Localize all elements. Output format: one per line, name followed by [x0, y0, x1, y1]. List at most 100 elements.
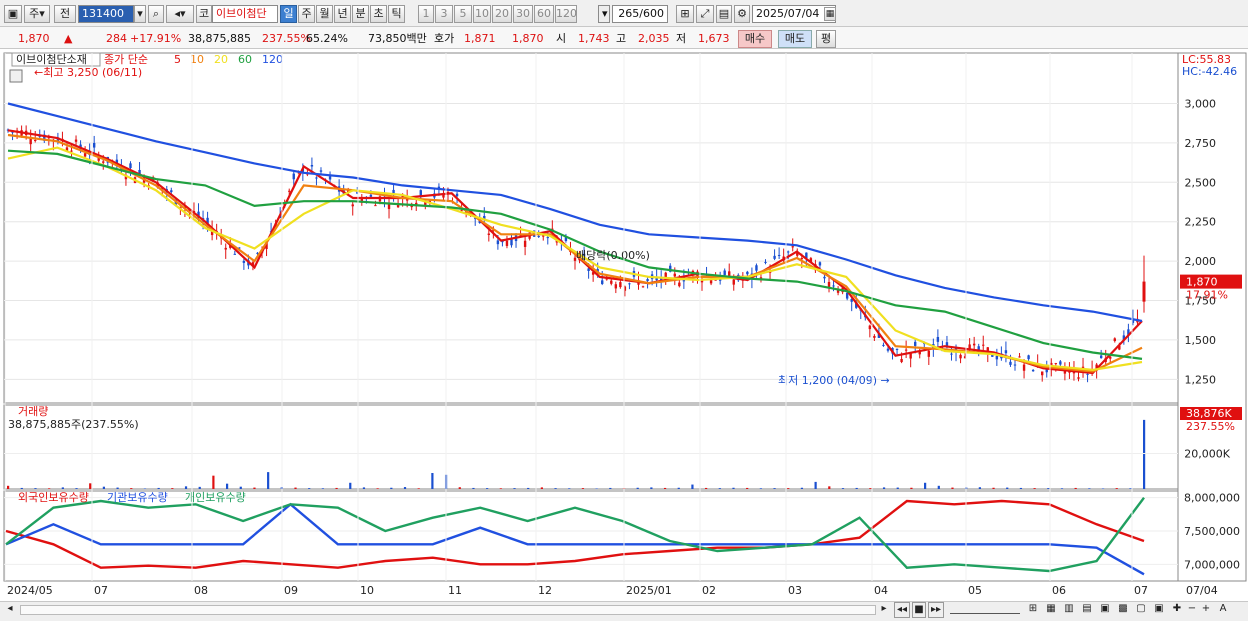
dividend-annotation: 배당락(0.00%) [576, 249, 650, 262]
candle-body [823, 276, 826, 279]
market-select[interactable]: 주▾ [24, 5, 50, 23]
candle-body [641, 286, 645, 288]
candle-body [392, 189, 395, 194]
candle-body [1022, 364, 1026, 371]
candle-body [242, 260, 246, 263]
volume-bar [349, 482, 352, 489]
prev-period-button[interactable]: 전 [54, 5, 76, 23]
period-tab-1[interactable]: 주 [298, 5, 315, 23]
zoom-in-button[interactable]: + [1200, 602, 1212, 618]
chart-type-icon[interactable]: ⊞ [676, 5, 694, 23]
window-icon[interactable]: ▢ [1134, 602, 1148, 618]
volume-bar [403, 487, 407, 489]
interval-button-7[interactable]: 120 [555, 5, 577, 23]
volume-value-label: 38,875,885주(237.55%) [8, 418, 139, 431]
scroll-right-icon[interactable]: ▸ [878, 602, 890, 618]
draw-tool-icon[interactable]: ⤢ [696, 5, 714, 23]
volume-bar [61, 487, 64, 489]
zoom-out-button[interactable]: − [1186, 602, 1198, 618]
price-tick-label: 1,500 [1185, 334, 1217, 347]
interval-button-5[interactable]: 30 [513, 5, 533, 23]
horizontal-scrollbar[interactable] [20, 605, 876, 615]
volume-bar [499, 488, 502, 489]
volume-bar [335, 487, 338, 489]
first-icon[interactable]: ◂◂ [894, 602, 910, 618]
chart-area[interactable]: 3,000 2,750 2,500 2,250 2,000 1,750 1,500 1,250… [0, 49, 1248, 601]
volume-bar [609, 487, 612, 489]
holdings-legend-0: 외국인보유수량 [18, 491, 89, 504]
sound-icon[interactable]: ◂▾ [166, 5, 194, 23]
bid-price: 1,870 [512, 32, 544, 45]
last-icon[interactable]: ▸▸ [928, 602, 944, 618]
volume-bar [102, 486, 106, 489]
last-volume-label: 38,876K [1186, 407, 1232, 420]
volume-bar [1033, 488, 1036, 489]
volume-bar [130, 488, 133, 489]
search-icon[interactable]: ⌕ [148, 5, 164, 23]
period-tab-3[interactable]: 년 [334, 5, 351, 23]
ma-period-60: 60 [238, 53, 252, 66]
buy-button[interactable]: 매수 [738, 30, 772, 48]
x-tick-label: 11 [448, 584, 462, 597]
compare-icon[interactable]: ▥ [1062, 602, 1076, 618]
x-axis-right-label: 07/04 [1186, 584, 1218, 597]
candle-body [505, 240, 509, 246]
ma-period-120: 120 [262, 53, 283, 66]
interval-button-2[interactable]: 5 [454, 5, 472, 23]
candle-body [1077, 377, 1080, 379]
calendar-icon[interactable]: ▦ [824, 7, 836, 21]
period-tab-4[interactable]: 분 [352, 5, 369, 23]
period-tab-5[interactable]: 초 [370, 5, 387, 23]
ma-period-5: 5 [174, 53, 181, 66]
x-tick-label: 10 [360, 584, 374, 597]
layout-small-icon[interactable]: ▣ [1098, 602, 1112, 618]
volume-bar [212, 475, 215, 489]
grid-icon[interactable]: ▦ [1044, 602, 1058, 618]
eval-button[interactable]: 평 [816, 30, 836, 48]
stock-name[interactable]: 이브이첨단 [212, 5, 278, 23]
scroll-left-icon[interactable]: ◂ [4, 602, 16, 618]
volume-bar [458, 487, 461, 489]
period-tab-0[interactable]: 일 [280, 5, 297, 23]
settings-icon[interactable]: ⚙ [734, 5, 750, 23]
font-size-button[interactable]: A [1216, 602, 1230, 618]
bar-count-total: /600 [639, 7, 664, 20]
market-short[interactable]: 코 [196, 5, 212, 23]
volume-bar [691, 484, 694, 489]
pan-icon[interactable]: ✚ [1170, 602, 1184, 618]
high-label: 고 [616, 32, 627, 45]
interval-button-4[interactable]: 20 [492, 5, 512, 23]
candle-body [29, 138, 32, 145]
layout-icon[interactable]: ▣ [4, 5, 22, 23]
x-tick-label: 04 [874, 584, 888, 597]
interval-button-3[interactable]: 10 [473, 5, 491, 23]
high-price: 2,035 [638, 32, 670, 45]
x-tick-label: 05 [968, 584, 982, 597]
candle-body [419, 190, 422, 196]
sell-button[interactable]: 매도 [778, 30, 812, 48]
volume-bar [48, 488, 51, 489]
save-icon[interactable]: ▤ [716, 5, 732, 23]
bar-count[interactable]: 265/600 [612, 5, 668, 23]
interval-button-0[interactable]: 1 [418, 5, 434, 23]
interval-button-6[interactable]: 60 [534, 5, 554, 23]
magnify-icon[interactable]: ⊞ [1026, 602, 1040, 618]
stock-code-input[interactable]: 131400 [78, 5, 134, 23]
indicator-icon[interactable]: ▣ [1152, 602, 1166, 618]
interval-button-1[interactable]: 3 [435, 5, 453, 23]
volume-bar [978, 487, 981, 489]
zoom-slider[interactable] [950, 606, 1020, 614]
interval-dropdown-icon[interactable]: ▾ [598, 5, 610, 23]
stock-chart[interactable]: 3,0002,7502,5002,2502,0001,7501,5001,250… [0, 49, 1248, 601]
volume-bar [896, 487, 899, 489]
volume-bar [1019, 487, 1023, 489]
code-dropdown-icon[interactable]: ▾ [134, 5, 146, 23]
candle-body [904, 349, 908, 351]
stop-icon[interactable]: ■ [912, 602, 926, 618]
list-icon[interactable]: ▤ [1080, 602, 1094, 618]
candle-body [895, 348, 899, 351]
tile-icon[interactable]: ▩ [1116, 602, 1130, 618]
period-tab-2[interactable]: 월 [316, 5, 333, 23]
volume-bar [198, 486, 201, 489]
period-tab-6[interactable]: 틱 [388, 5, 405, 23]
